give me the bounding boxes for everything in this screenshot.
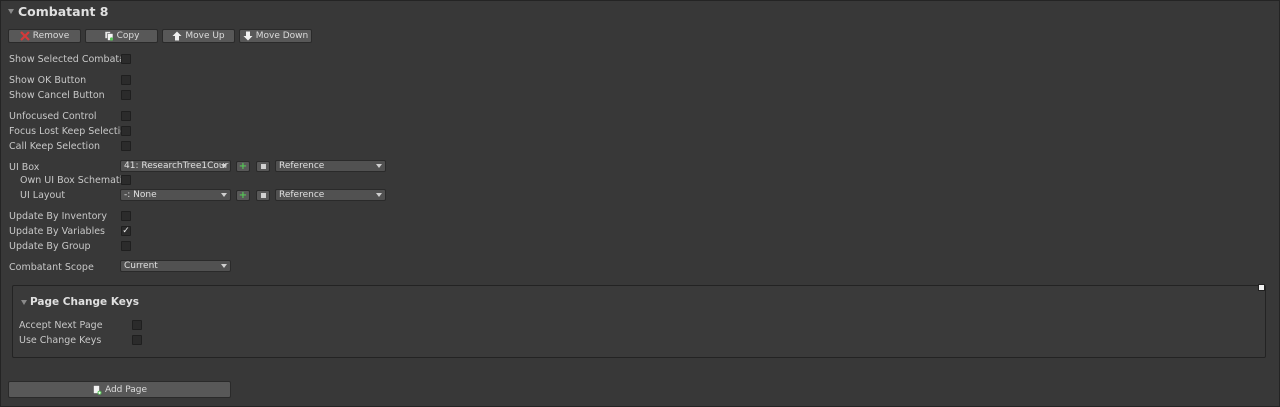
combatant-scope-label: Combatant Scope	[9, 261, 94, 273]
combatant-scope-value: Current	[124, 261, 158, 271]
call-keep-selection-checkbox[interactable]	[121, 141, 131, 151]
move-up-button[interactable]: Move Up	[162, 29, 235, 43]
plus-icon: +	[238, 189, 248, 201]
focus-lost-keep-selection-checkbox[interactable]	[121, 126, 131, 136]
row-call-keep-selection: Call Keep Selection	[9, 139, 121, 153]
row-accept-next-page: Accept Next Page	[19, 318, 131, 332]
ui-layout-dropdown[interactable]: -: None	[120, 189, 231, 201]
row-show-ok-button: Show OK Button	[9, 73, 121, 87]
show-cancel-button-label: Show Cancel Button	[9, 89, 105, 101]
section-title: Combatant 8	[18, 4, 109, 19]
page-change-keys-header[interactable]: Page Change Keys	[21, 296, 139, 308]
own-ui-box-schematics-checkbox[interactable]	[121, 175, 131, 185]
add-page-icon	[93, 384, 102, 395]
page-change-keys-title: Page Change Keys	[30, 296, 139, 308]
toolbar: Remove Copy Move Up Move Down	[8, 29, 312, 43]
focus-lost-keep-selection-label: Focus Lost Keep Selection	[9, 125, 121, 137]
combatant-scope-dropdown[interactable]: Current	[120, 260, 231, 272]
row-unfocused-control: Unfocused Control	[9, 109, 121, 123]
update-by-group-label: Update By Group	[9, 240, 91, 252]
update-by-variables-label: Update By Variables	[9, 225, 105, 237]
section-header[interactable]: Combatant 8	[8, 4, 109, 19]
ui-layout-mode-value: Reference	[279, 190, 325, 200]
copy-icon	[104, 31, 113, 41]
remove-x-icon	[19, 31, 30, 41]
ui-box-mode-dropdown[interactable]: Reference	[275, 160, 386, 172]
chevron-down-icon	[221, 264, 227, 268]
update-by-inventory-checkbox[interactable]	[121, 211, 131, 221]
resize-handle[interactable]	[1258, 284, 1265, 291]
accept-next-page-label: Accept Next Page	[19, 319, 103, 331]
ui-layout-stop-button[interactable]	[256, 190, 270, 201]
call-keep-selection-label: Call Keep Selection	[9, 140, 101, 152]
use-change-keys-checkbox[interactable]	[132, 335, 142, 345]
unfocused-control-checkbox[interactable]	[121, 111, 131, 121]
move-down-button[interactable]: Move Down	[239, 29, 312, 43]
foldout-triangle-icon[interactable]	[8, 9, 14, 14]
chevron-down-icon	[221, 193, 227, 197]
arrow-down-icon	[243, 31, 253, 41]
row-ui-box: UI Box	[9, 160, 121, 174]
move-up-label: Move Up	[185, 31, 225, 41]
row-use-change-keys: Use Change Keys	[19, 333, 131, 347]
chevron-down-icon	[221, 164, 227, 168]
arrow-up-icon	[172, 31, 182, 41]
remove-button[interactable]: Remove	[8, 29, 81, 43]
show-ok-button-label: Show OK Button	[9, 74, 87, 86]
row-ui-layout: UI Layout	[20, 188, 121, 202]
show-selected-combatant-label: Show Selected Combatan	[9, 53, 121, 65]
update-by-variables-checkbox[interactable]: ✓	[121, 226, 131, 236]
move-down-label: Move Down	[255, 31, 309, 41]
row-own-ui-box-schematics: Own UI Box Schematics	[20, 173, 121, 187]
show-selected-combatant-checkbox[interactable]	[121, 54, 131, 64]
copy-label: Copy	[116, 31, 140, 41]
chevron-down-icon	[376, 164, 382, 168]
row-update-by-inventory: Update By Inventory	[9, 209, 121, 223]
update-by-inventory-label: Update By Inventory	[9, 210, 107, 222]
unfocused-control-label: Unfocused Control	[9, 110, 97, 122]
page-change-keys-box: Page Change Keys	[12, 285, 1266, 358]
ui-layout-label: UI Layout	[20, 189, 66, 201]
row-update-by-variables: Update By Variables	[9, 224, 121, 238]
accept-next-page-checkbox[interactable]	[132, 320, 142, 330]
ui-box-value: 41: ResearchTree1Cour	[124, 161, 229, 171]
row-show-selected-combatant: Show Selected Combatan	[9, 52, 121, 66]
remove-label: Remove	[32, 31, 70, 41]
show-ok-button-checkbox[interactable]	[121, 75, 131, 85]
update-by-group-checkbox[interactable]	[121, 241, 131, 251]
ui-layout-mode-dropdown[interactable]: Reference	[275, 189, 386, 201]
row-show-cancel-button: Show Cancel Button	[9, 88, 121, 102]
copy-button[interactable]: Copy	[85, 29, 158, 43]
stop-square-icon	[260, 164, 266, 169]
add-page-button[interactable]: Add Page	[8, 381, 231, 398]
use-change-keys-label: Use Change Keys	[19, 334, 102, 346]
foldout-triangle-icon[interactable]	[21, 299, 27, 305]
show-cancel-button-checkbox[interactable]	[121, 90, 131, 100]
row-combatant-scope: Combatant Scope	[9, 260, 121, 274]
ui-layout-value: -: None	[124, 190, 157, 200]
ui-layout-add-button[interactable]: +	[236, 190, 250, 201]
row-update-by-group: Update By Group	[9, 239, 121, 253]
ui-box-add-button[interactable]: +	[236, 161, 250, 172]
chevron-down-icon	[376, 193, 382, 197]
ui-box-dropdown[interactable]: 41: ResearchTree1Cour	[120, 160, 231, 172]
add-page-label: Add Page	[104, 384, 148, 395]
ui-box-label: UI Box	[9, 161, 40, 173]
check-icon: ✓	[122, 225, 130, 236]
stop-square-icon	[260, 193, 266, 198]
row-focus-lost-keep-selection: Focus Lost Keep Selection	[9, 124, 121, 138]
own-ui-box-schematics-label: Own UI Box Schematics	[20, 174, 121, 186]
plus-icon: +	[238, 160, 248, 172]
ui-box-mode-value: Reference	[279, 161, 325, 171]
ui-box-stop-button[interactable]	[256, 161, 270, 172]
